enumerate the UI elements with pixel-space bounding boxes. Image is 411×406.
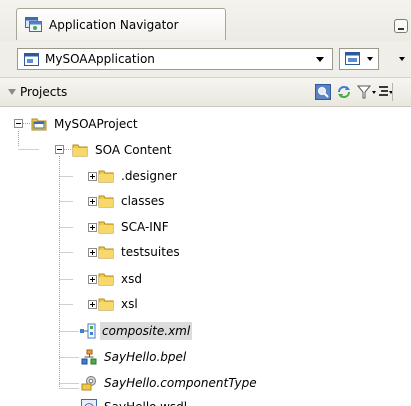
expand-toggle[interactable] <box>88 300 97 309</box>
folder-icon <box>98 296 114 312</box>
toolbar-separator <box>392 83 393 101</box>
tree-node-label: classes <box>121 194 165 208</box>
expand-toggle[interactable] <box>88 197 97 206</box>
expand-toggle[interactable] <box>88 248 97 257</box>
tree-node-label: SOA Content <box>95 143 172 157</box>
project-tree: MySOAProject SOA Content .designer class… <box>0 107 411 406</box>
tree-node-label: MySOAProject <box>54 117 138 131</box>
collapse-toggle[interactable] <box>14 119 23 128</box>
folder-icon <box>98 168 114 184</box>
chevron-down-icon <box>316 57 324 62</box>
tree-node-label: SCA-INF <box>121 220 169 234</box>
tree-node-folder[interactable]: classes <box>98 191 166 211</box>
application-navigator-icon <box>25 16 43 33</box>
chevron-down-icon <box>367 57 373 61</box>
folder-icon <box>98 271 114 287</box>
application-bar: MySOAApplication <box>0 41 411 77</box>
application-menu-button[interactable] <box>339 48 379 70</box>
folder-icon <box>72 142 88 158</box>
project-folder-icon <box>31 116 47 132</box>
overflow-chevron-icon[interactable] <box>399 57 405 61</box>
folder-icon <box>98 244 114 260</box>
tree-node-label: composite.xml <box>100 322 193 340</box>
application-menu-icon <box>345 52 360 68</box>
expand-toggle[interactable] <box>88 275 97 284</box>
tree-node-folder[interactable]: testsuites <box>98 242 182 262</box>
bpel-process-icon <box>81 349 97 365</box>
tree-node-file-wsdl[interactable]: @ SayHello.wsdl <box>81 397 189 406</box>
tree-node-folder[interactable]: xsl <box>98 294 140 314</box>
collapse-triangle-icon[interactable] <box>8 89 16 95</box>
tab-title: Application Navigator <box>49 17 179 32</box>
tree-node-file-bpel[interactable]: SayHello.bpel <box>81 347 188 367</box>
collapse-toggle[interactable] <box>55 145 64 154</box>
tree-node-folder[interactable]: .designer <box>98 166 179 186</box>
tree-node-file-component-type[interactable]: SayHello.componentType <box>81 373 259 393</box>
composite-icon <box>79 323 96 339</box>
application-icon <box>24 52 39 66</box>
tree-node-project[interactable]: MySOAProject <box>31 114 140 134</box>
svg-text:@: @ <box>84 401 95 406</box>
tree-node-label: testsuites <box>121 245 180 259</box>
tree-node-label: SayHello.componentType <box>104 376 257 390</box>
refresh-icon[interactable] <box>336 84 352 103</box>
expand-toggle[interactable] <box>88 223 97 232</box>
component-type-icon <box>81 375 97 391</box>
minimize-button[interactable] <box>394 19 408 33</box>
tab-application-navigator[interactable]: Application Navigator <box>16 8 226 40</box>
folder-icon <box>98 219 114 235</box>
projects-header: Projects <box>0 77 411 107</box>
tree-node-file-composite[interactable]: composite.xml <box>79 321 193 341</box>
search-icon[interactable] <box>315 84 331 103</box>
wsdl-icon: @ <box>81 399 97 406</box>
application-navigator-panel: Application Navigator MySOAApplication P… <box>0 0 411 406</box>
tree-node-label: xsd <box>121 272 142 286</box>
tree-node-label: .designer <box>121 169 177 183</box>
expand-toggle[interactable] <box>88 172 97 181</box>
folder-icon <box>98 193 114 209</box>
projects-label: Projects <box>20 85 68 99</box>
tree-node-soa-content[interactable]: SOA Content <box>72 140 174 160</box>
tab-bar: Application Navigator <box>0 0 411 42</box>
tree-node-folder[interactable]: xsd <box>98 269 144 289</box>
application-selected-value: MySOAApplication <box>45 52 155 66</box>
filter-icon[interactable] <box>356 84 377 103</box>
tree-node-label: xsl <box>121 297 138 311</box>
tree-node-folder[interactable]: SCA-INF <box>98 217 171 237</box>
application-select[interactable]: MySOAApplication <box>17 48 333 70</box>
tree-node-label: SayHello.wsdl <box>102 398 189 406</box>
tree-node-label: SayHello.bpel <box>104 350 187 364</box>
